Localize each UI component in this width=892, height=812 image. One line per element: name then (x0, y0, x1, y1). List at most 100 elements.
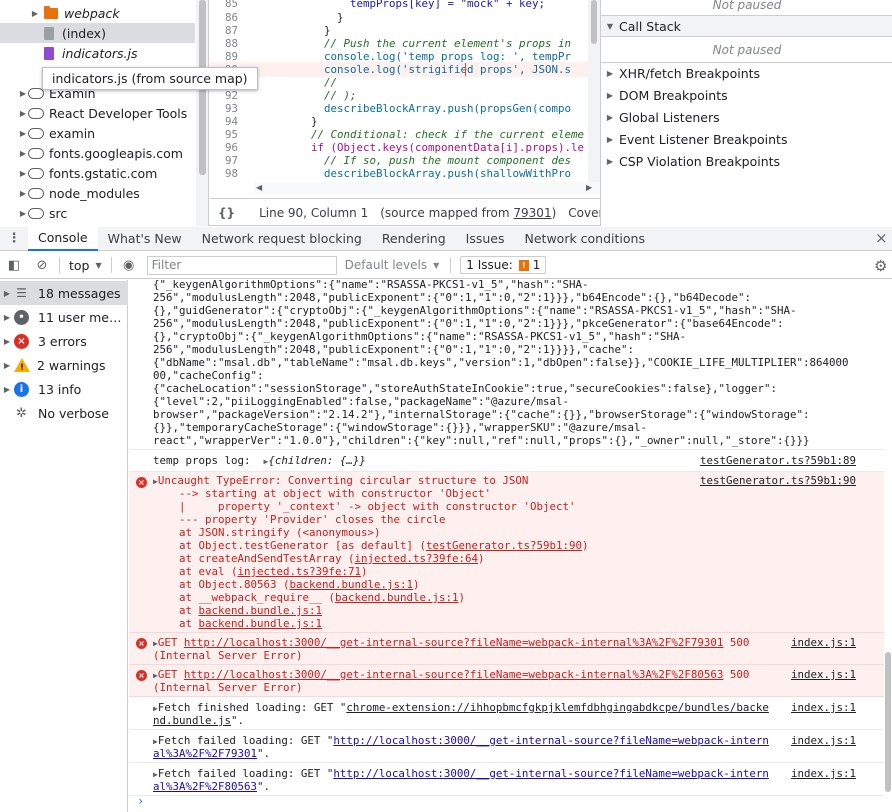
expand-arrow-icon[interactable]: ▶ (601, 113, 619, 122)
nav-item-webpack[interactable]: ▶ webpack (0, 3, 195, 23)
expand-arrow-icon[interactable]: ▶ (30, 9, 40, 18)
expand-arrow-icon[interactable]: ▶ (0, 313, 14, 322)
stack-frame-link[interactable]: backend.bundle.js:1 (199, 617, 323, 630)
fetch-url-link[interactable]: al%3A%2F%2F80563 (153, 780, 257, 793)
stack-frame-link[interactable]: backend.bundle.js:1 (335, 591, 459, 604)
expand-arrow-icon[interactable]: ▶ (18, 189, 28, 198)
message-source-link[interactable]: testGenerator.ts?59b1:90 (700, 474, 856, 487)
console-message-json[interactable]: {"_keygenAlgorithmOptions":{"name":"RSAS… (129, 280, 884, 450)
tab-network-conditions[interactable]: Network conditions (515, 227, 655, 251)
nav-item-react-devtools[interactable]: ▶ React Developer Tools (0, 103, 195, 123)
expand-arrow-icon[interactable]: ▶ (0, 337, 14, 346)
fetch-url-link[interactable]: http://localhost:3000/__get-internal-sou… (333, 767, 769, 780)
nav-item-index[interactable]: (index) (0, 23, 195, 43)
sidebar-item-user-messages[interactable]: ▶ • 11 user me… (0, 305, 128, 329)
sidebar-item-messages[interactable]: ▶ ☰ 18 messages (0, 281, 128, 305)
expand-arrow-icon[interactable]: ▶ (18, 169, 28, 178)
log-levels-dropdown[interactable]: Default levels ▼ (337, 258, 448, 272)
scrollbar-thumb[interactable] (591, 0, 597, 44)
stack-frame-link[interactable]: injected.ts?39fe:64 (355, 552, 479, 565)
tab-issues[interactable]: Issues (456, 227, 515, 251)
nav-item-fonts-googleapis[interactable]: ▶ fonts.googleapis.com (0, 143, 195, 163)
code-area[interactable]: 85 tempProps[key] = "mock" + key; 86 } 8… (210, 0, 600, 182)
gear-icon[interactable]: ⚙ (874, 257, 887, 275)
expand-arrow-icon[interactable]: ▶ (601, 69, 619, 78)
expand-arrow-icon[interactable]: ▶ (0, 385, 14, 394)
pretty-print-button[interactable]: {} (210, 206, 247, 220)
fetch-url-link[interactable]: http://localhost:3000/__get-internal-sou… (333, 734, 769, 747)
filter-input[interactable] (146, 255, 337, 275)
scroll-right-icon[interactable]: ▶ (586, 183, 592, 192)
scroll-left-icon[interactable]: ◀ (256, 183, 262, 192)
nav-item-indicators[interactable]: indicators.js (0, 43, 195, 63)
expand-arrow-icon[interactable]: ▶ (18, 209, 28, 218)
csp-violation-breakpoints-section[interactable]: ▶ CSP Violation Breakpoints (601, 150, 892, 172)
editor-horizontal-scrollbar[interactable]: ◀ ▶ (254, 182, 600, 194)
console-message-fetch-failed[interactable]: ▶Fetch failed loading: GET "http://local… (129, 763, 884, 796)
nav-item-fonts-gstatic[interactable]: ▶ fonts.gstatic.com (0, 163, 195, 183)
expand-arrow-icon[interactable]: ▶ (18, 109, 28, 118)
stack-frame-link[interactable]: injected.ts?39fe:71 (238, 565, 362, 578)
dom-breakpoints-section[interactable]: ▶ DOM Breakpoints (601, 84, 892, 106)
tab-network-request-blocking[interactable]: Network request blocking (192, 227, 372, 251)
log-object[interactable]: {children: {…}} (268, 454, 366, 467)
tab-whats-new[interactable]: What's New (98, 227, 192, 251)
console-message-fetch-failed[interactable]: ▶Fetch failed loading: GET "http://local… (129, 730, 884, 763)
console-messages[interactable]: {"_keygenAlgorithmOptions":{"name":"RSAS… (129, 280, 892, 812)
navigator-scrollbar[interactable] (196, 0, 208, 226)
message-source-link[interactable]: index.js:1 (791, 636, 856, 649)
console-message-get-error[interactable]: × ▶GET http://localhost:3000/__get-inter… (129, 665, 884, 697)
sidebar-item-errors[interactable]: ▶ × 3 errors (0, 329, 128, 353)
sidebar-item-info[interactable]: ▶ i 13 info (0, 377, 128, 401)
console-message-uncaught-error[interactable]: × ▶Uncaught TypeError: Converting circul… (129, 472, 884, 633)
console-scrollbar[interactable] (884, 280, 892, 812)
nav-item-src[interactable]: ▶ src (0, 203, 195, 223)
line-number[interactable]: 99 (210, 179, 246, 182)
stack-frame-link[interactable]: testGenerator.ts?59b1:90 (426, 539, 582, 552)
fetch-url-link[interactable]: al%3A%2F%2F79301 (153, 747, 257, 760)
expand-arrow-icon[interactable]: ▼ (601, 22, 619, 31)
source-map-link[interactable]: 79301 (513, 206, 551, 220)
console-message-get-error[interactable]: × ▶GET http://localhost:3000/__get-inter… (129, 633, 884, 665)
request-url-link[interactable]: http://localhost:3000/__get-internal-sou… (184, 636, 724, 649)
code-editor[interactable]: 85 tempProps[key] = "mock" + key; 86 } 8… (210, 0, 600, 226)
nav-item-examin[interactable]: ▶ examin (0, 123, 195, 143)
sidebar-item-verbose[interactable]: ✲ No verbose (0, 401, 128, 425)
console-message-fetch-finished[interactable]: ▶Fetch finished loading: GET "chrome-ext… (129, 697, 884, 730)
tab-console[interactable]: Console (28, 226, 98, 251)
more-tabs-icon[interactable]: ⋮ (0, 231, 28, 246)
request-url-link[interactable]: http://localhost:3000/__get-internal-sou… (184, 668, 724, 681)
expand-arrow-icon[interactable]: ▶ (0, 361, 14, 370)
editor-vertical-scrollbar[interactable] (588, 0, 600, 182)
xhr-breakpoints-section[interactable]: ▶ XHR/fetch Breakpoints (601, 62, 892, 84)
expand-arrow-icon[interactable]: ▶ (18, 149, 28, 158)
expand-arrow-icon[interactable]: ▶ (18, 89, 28, 98)
stack-frame-link[interactable]: backend.bundle.js:1 (199, 604, 323, 617)
expand-arrow-icon[interactable]: ▶ (601, 157, 619, 166)
sidebar-item-warnings[interactable]: ▶ ! 2 warnings (0, 353, 128, 377)
close-icon[interactable]: × (875, 229, 888, 247)
message-source-link[interactable]: testGenerator.ts?59b1:89 (700, 454, 856, 467)
nav-item-node-modules[interactable]: ▶ node_modules (0, 183, 195, 203)
message-source-link[interactable]: index.js:1 (791, 701, 856, 714)
issues-button[interactable]: 1 Issue:! 1 (460, 256, 547, 274)
sidebar-toggle-icon[interactable]: ◧ (0, 258, 28, 273)
console-message-temp-props[interactable]: temp props log: ▶{children: {…}} testGen… (129, 450, 884, 472)
global-listeners-section[interactable]: ▶ Global Listeners (601, 106, 892, 128)
context-selector[interactable]: top ▼ (63, 258, 108, 273)
fetch-url-link[interactable]: chrome-extension://ihhopbmcfgkpjklemfdbh… (346, 701, 769, 714)
stack-frame-link[interactable]: backend.bundle.js:1 (290, 578, 414, 591)
expand-arrow-icon[interactable]: ▶ (601, 91, 619, 100)
expand-arrow-icon[interactable]: ▶ (0, 289, 14, 298)
call-stack-section[interactable]: ▼ Call Stack (601, 15, 892, 37)
message-source-link[interactable]: index.js:1 (791, 767, 856, 780)
message-source-link[interactable]: index.js:1 (791, 734, 856, 747)
clear-console-icon[interactable]: ⊘ (28, 258, 56, 273)
expand-arrow-icon[interactable]: ▶ (18, 129, 28, 138)
message-source-link[interactable]: index.js:1 (791, 668, 856, 681)
console-prompt[interactable]: › (137, 794, 144, 808)
event-listener-breakpoints-section[interactable]: ▶ Event Listener Breakpoints (601, 128, 892, 150)
tab-rendering[interactable]: Rendering (372, 227, 456, 251)
expand-arrow-icon[interactable]: ▶ (601, 135, 619, 144)
eye-icon[interactable]: ◉ (115, 258, 143, 273)
